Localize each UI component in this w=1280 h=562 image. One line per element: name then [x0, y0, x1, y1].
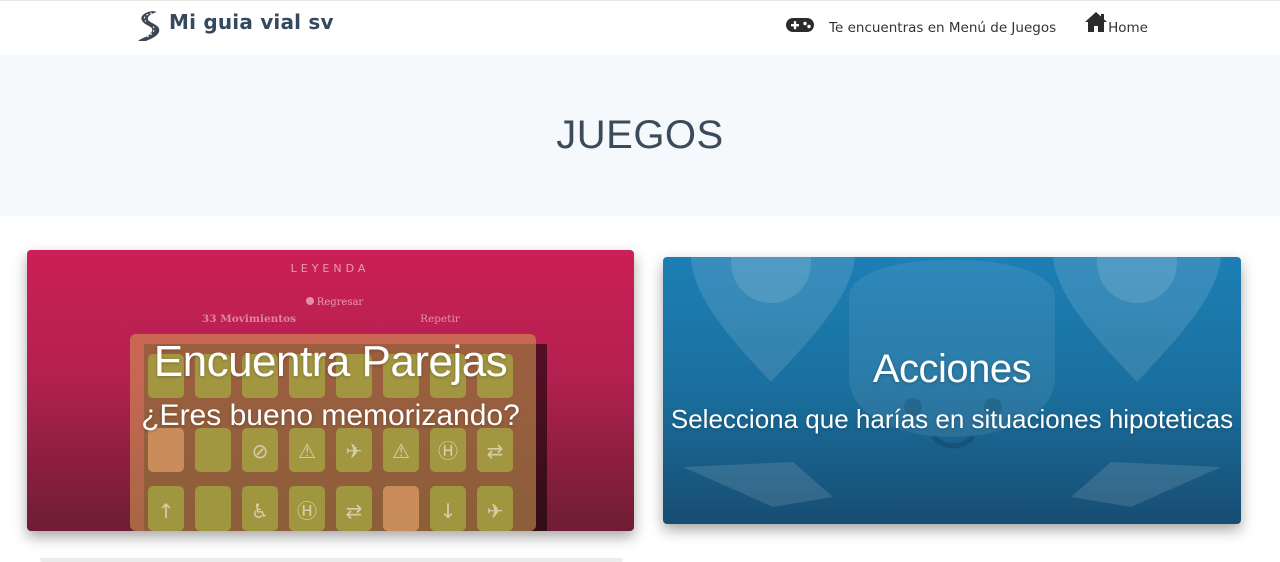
- page-title: JUEGOS: [556, 113, 724, 157]
- memory-game-preview-image: LEYENDA Regresar 33 Movimientos Repetir: [130, 262, 547, 531]
- svg-text:⚠: ⚠: [298, 439, 316, 463]
- gamepad-icon: [786, 18, 815, 32]
- brand-link[interactable]: Mi guia vial sv: [135, 10, 334, 42]
- nav-home-link[interactable]: Home: [1084, 12, 1148, 36]
- nav-menu: Te encuentras en Menú de Juegos Home: [785, 12, 1148, 36]
- nav-current-location[interactable]: Te encuentras en Menú de Juegos: [785, 15, 1057, 36]
- preview-moves-label: 33 Movimientos: [202, 313, 296, 325]
- card-subtitle: Selecciona que harías en situaciones hip…: [670, 404, 1234, 434]
- svg-text:Ⓗ: Ⓗ: [297, 499, 317, 523]
- svg-text:♿: ♿: [251, 499, 269, 523]
- nav-current-label: Te encuentras en Menú de Juegos: [829, 20, 1057, 36]
- preview-back-label: Regresar: [317, 297, 364, 308]
- svg-text:Ⓗ: Ⓗ: [438, 439, 458, 463]
- svg-text:⇄: ⇄: [346, 499, 363, 523]
- card-title: Encuentra Parejas: [153, 337, 508, 386]
- svg-text:⚠: ⚠: [392, 439, 410, 463]
- preview-repeat-label: Repetir: [420, 313, 461, 325]
- top-navbar: Mi guia vial sv Te encuentras en Menú de…: [0, 0, 1280, 55]
- next-card-edge: [40, 558, 623, 562]
- svg-text:✈: ✈: [346, 439, 363, 463]
- game-card-encuentra-parejas[interactable]: LEYENDA Regresar 33 Movimientos Repetir: [27, 250, 634, 531]
- home-icon: [1085, 12, 1108, 32]
- hero-section: JUEGOS: [0, 55, 1280, 216]
- svg-text:⊘: ⊘: [252, 439, 269, 463]
- preview-heading: LEYENDA: [291, 262, 370, 275]
- card-subtitle: ¿Eres bueno memorizando?: [141, 399, 520, 432]
- svg-text:✈: ✈: [487, 499, 504, 523]
- svg-text:↓: ↓: [440, 499, 457, 523]
- brand-name: Mi guia vial sv: [169, 10, 334, 34]
- road-icon: [138, 11, 160, 41]
- svg-text:↑: ↑: [158, 499, 175, 523]
- svg-text:⇄: ⇄: [487, 439, 504, 463]
- game-card-acciones[interactable]: Acciones Selecciona que harías en situac…: [663, 257, 1241, 524]
- card-title: Acciones: [872, 347, 1032, 391]
- nav-home-label: Home: [1108, 20, 1148, 36]
